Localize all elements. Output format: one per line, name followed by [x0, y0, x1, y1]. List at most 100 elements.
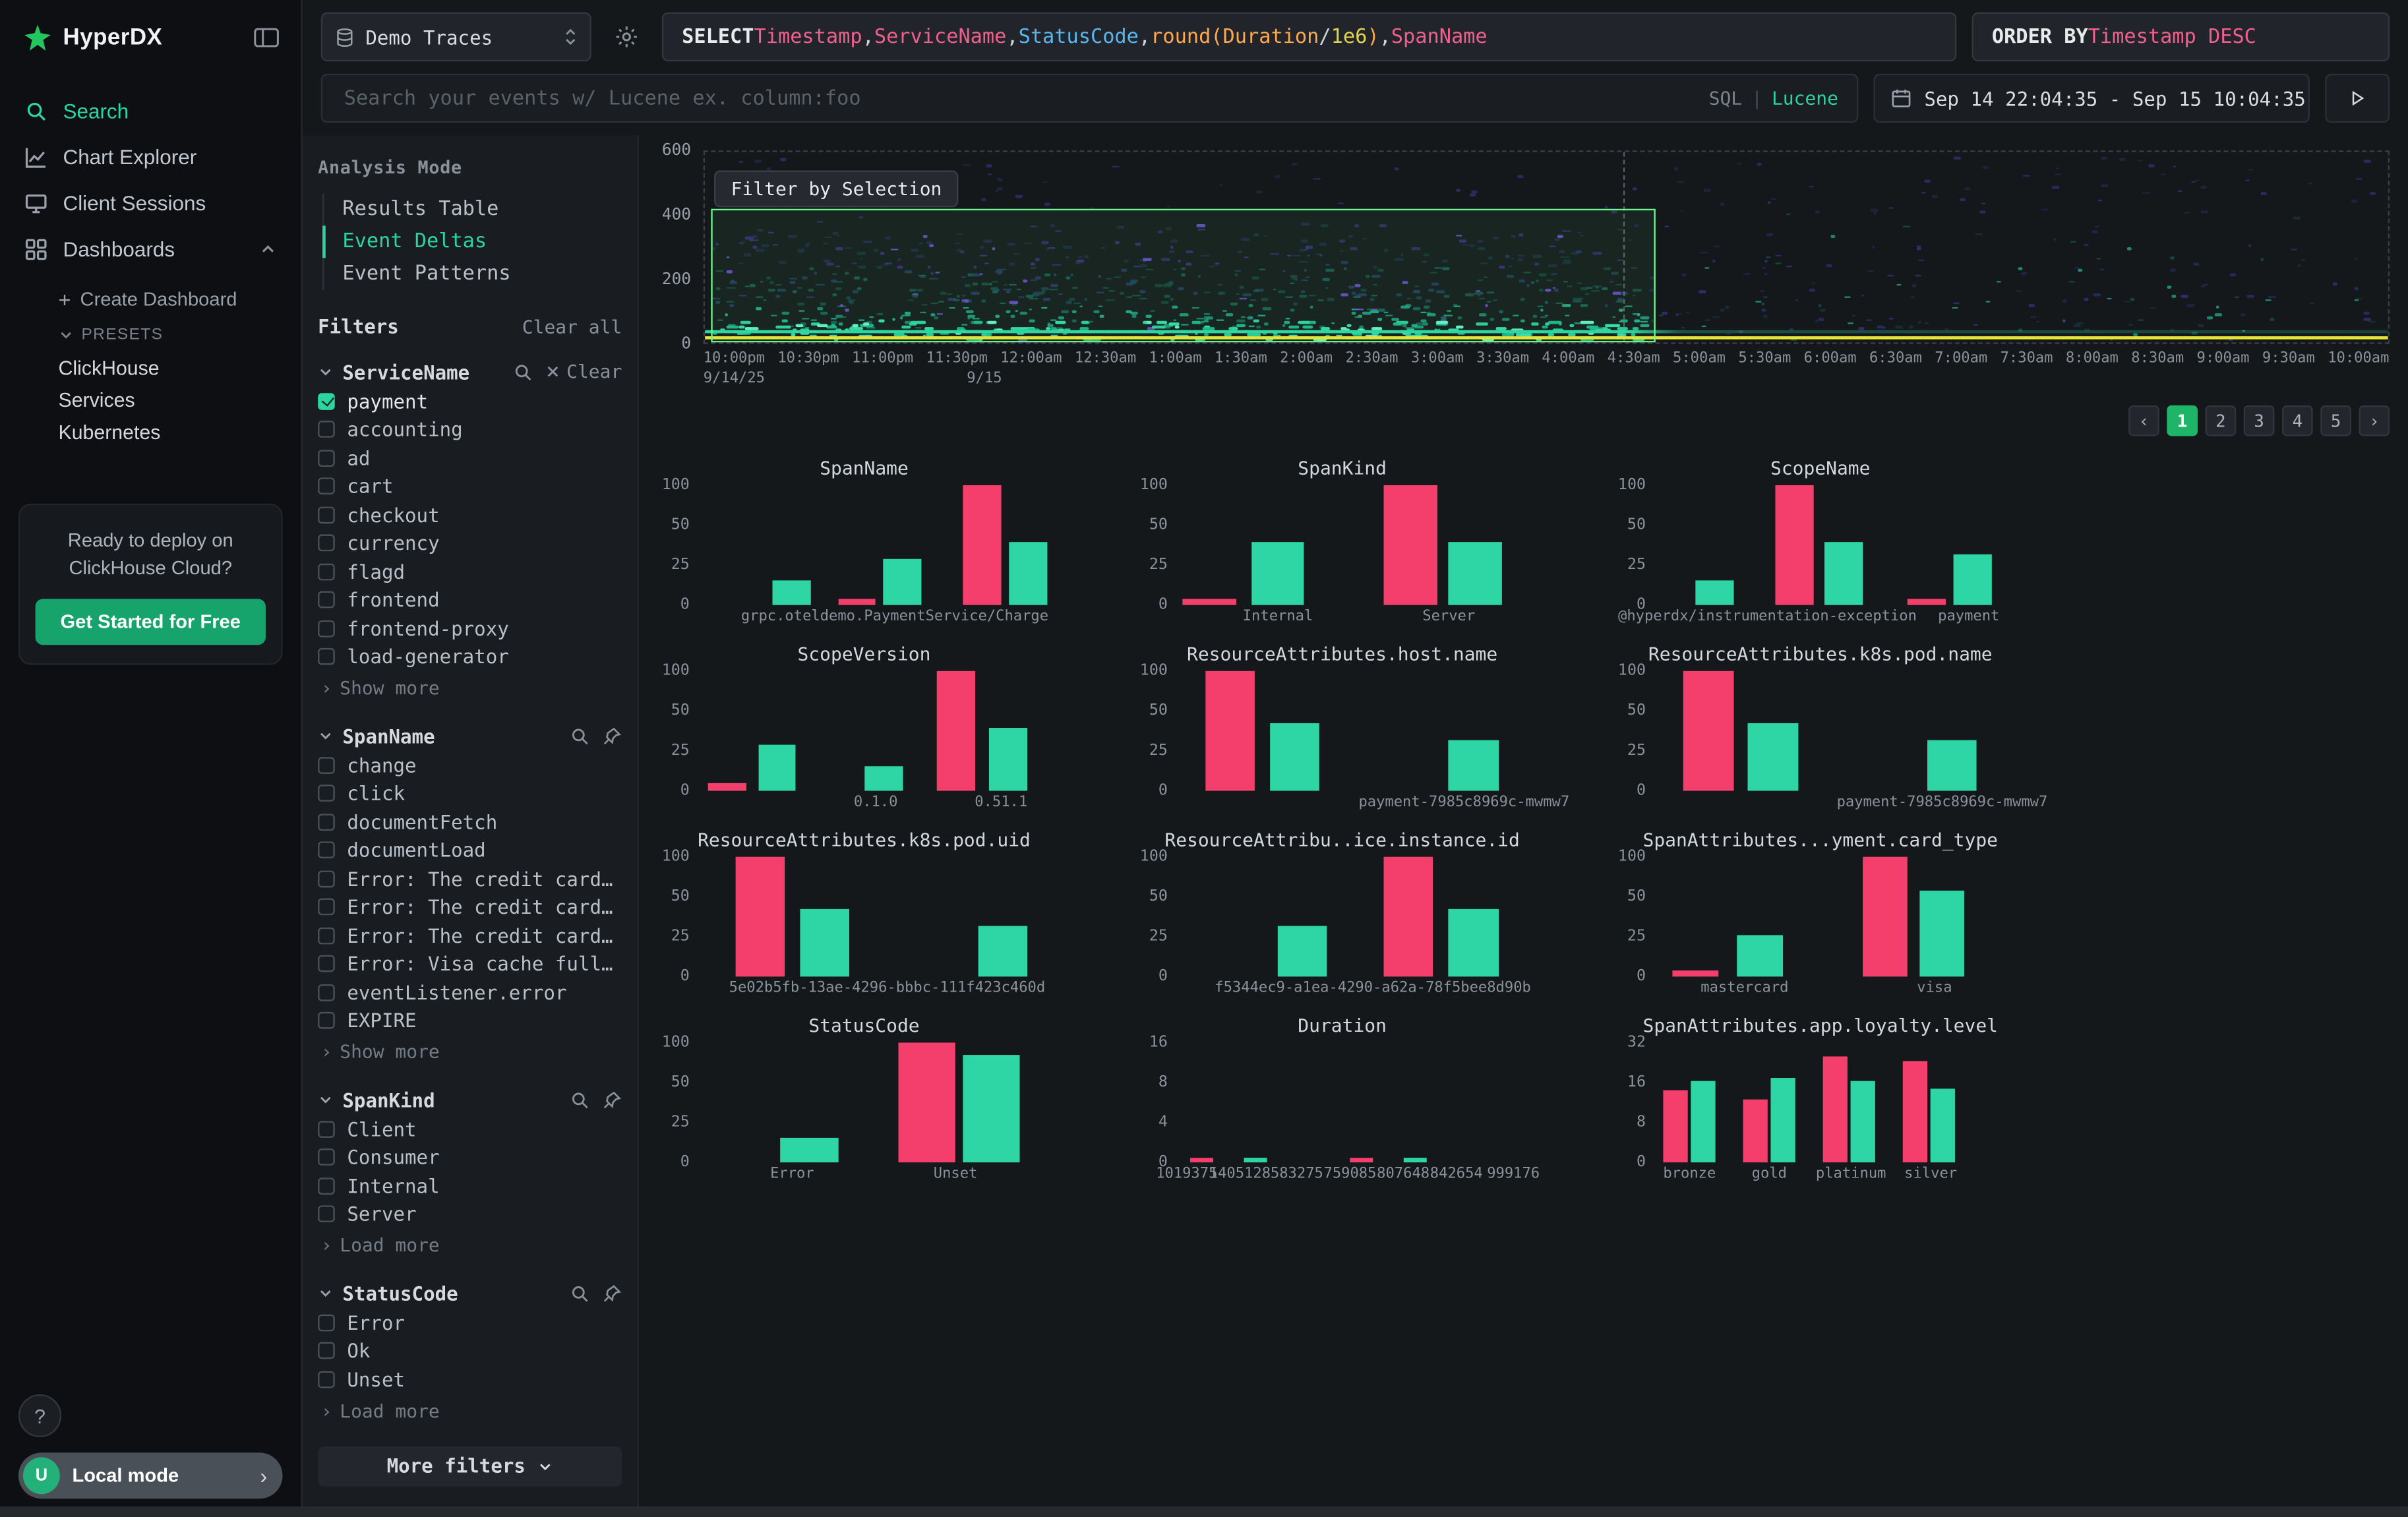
filter-by-selection-button[interactable]: Filter by Selection [714, 171, 959, 208]
mini-chart-plot[interactable] [1176, 1042, 1555, 1162]
search-icon[interactable] [570, 725, 589, 745]
mini-chart-plot[interactable] [697, 671, 1077, 791]
bar-pink[interactable] [1350, 1158, 1373, 1162]
page-button-5[interactable]: 5 [2320, 405, 2351, 436]
bar-pink[interactable] [709, 784, 747, 791]
bar-pink[interactable] [1822, 1057, 1847, 1162]
bar-pink[interactable] [963, 485, 1002, 605]
show-more-button[interactable]: ›Show more [321, 674, 622, 701]
checkbox[interactable] [318, 535, 335, 552]
bar-green[interactable] [1244, 1158, 1267, 1162]
checkbox[interactable] [318, 506, 335, 523]
filter-item-documentload[interactable]: documentLoad [318, 836, 622, 864]
checkbox[interactable] [318, 478, 335, 495]
checkbox[interactable] [318, 1342, 335, 1359]
filter-item-eventlistener-error[interactable]: eventListener.error [318, 978, 622, 1007]
bar-pink[interactable] [1384, 485, 1437, 605]
mini-chart-plot[interactable] [1176, 857, 1555, 977]
filter-group-header-spanname[interactable]: SpanName [318, 720, 622, 751]
bar-green[interactable] [884, 560, 922, 605]
pin-icon[interactable] [602, 1089, 622, 1109]
checkbox[interactable] [318, 450, 335, 467]
show-more-button[interactable]: ›Show more [321, 1038, 622, 1065]
sidebar-item-kubernetes[interactable]: Kubernetes [59, 416, 301, 448]
filter-group-header-statuscode[interactable]: StatusCode [318, 1278, 622, 1309]
bar-green[interactable] [1449, 740, 1498, 790]
load-more-button[interactable]: ›Load more [321, 1232, 622, 1259]
filter-item-documentfetch[interactable]: documentFetch [318, 808, 622, 836]
filter-item-frontend[interactable]: frontend [318, 586, 622, 614]
page-button-1[interactable]: 1 [2167, 405, 2198, 436]
mini-chart-plot[interactable] [697, 1042, 1077, 1162]
date-range-picker[interactable]: Sep 14 22:04:35 - Sep 15 10:04:35 [1874, 74, 2310, 123]
checkbox[interactable] [318, 842, 335, 859]
bar-pink[interactable] [1206, 671, 1255, 791]
checkbox[interactable] [318, 984, 335, 1001]
checkbox[interactable] [318, 785, 335, 802]
search-icon[interactable] [570, 1283, 589, 1303]
filter-item-change[interactable]: change [318, 751, 622, 779]
bar-green[interactable] [990, 729, 1028, 790]
filter-item-error-visa-cache-full[interactable]: Error: Visa cache full: … [318, 950, 622, 978]
mini-chart-plot[interactable] [1654, 1042, 2033, 1162]
filter-item-checkout[interactable]: checkout [318, 500, 622, 529]
analysis-mode-event-deltas[interactable]: Event Deltas [322, 225, 622, 258]
bar-green[interactable] [1009, 543, 1047, 605]
selection-region[interactable] [711, 209, 1656, 342]
checkbox[interactable] [318, 393, 335, 410]
bar-green[interactable] [1824, 543, 1863, 605]
pin-icon[interactable] [602, 1283, 622, 1303]
filter-item-error-the-credit-card[interactable]: Error: The credit card (… [318, 921, 622, 949]
bar-green[interactable] [781, 1139, 837, 1162]
bar-pink[interactable] [1183, 599, 1236, 605]
filter-item-payment[interactable]: payment [318, 387, 622, 415]
filter-group-header-servicename[interactable]: ServiceNameClear [318, 356, 622, 387]
page-button-3[interactable]: 3 [2244, 405, 2275, 436]
search-icon[interactable] [570, 1089, 589, 1109]
filter-item-expire[interactable]: EXPIRE [318, 1007, 622, 1035]
order-by-input[interactable]: ORDER BY Timestamp DESC [1972, 13, 2390, 62]
clear-filter-button[interactable]: Clear [545, 361, 622, 382]
page-button-2[interactable]: 2 [2206, 405, 2237, 436]
bar-green[interactable] [1449, 543, 1502, 605]
filter-item-unset[interactable]: Unset [318, 1365, 622, 1394]
filter-item-error-the-credit-card[interactable]: Error: The credit card (… [318, 864, 622, 893]
checkbox[interactable] [318, 563, 335, 580]
filter-item-flagd[interactable]: flagd [318, 557, 622, 585]
checkbox[interactable] [318, 1012, 335, 1029]
bar-green[interactable] [758, 745, 797, 790]
bar-green[interactable] [963, 1055, 1020, 1162]
bar-green[interactable] [1749, 724, 1798, 791]
checkbox[interactable] [318, 1206, 335, 1223]
bar-pink[interactable] [1908, 599, 1946, 605]
bar-green[interactable] [1931, 1088, 1955, 1162]
search-input[interactable] [341, 85, 1697, 111]
checkbox[interactable] [318, 648, 335, 665]
page-button-4[interactable]: 4 [2282, 405, 2313, 436]
checkbox[interactable] [318, 1314, 335, 1331]
filter-item-cart[interactable]: cart [318, 472, 622, 500]
mini-chart-plot[interactable] [1176, 671, 1555, 791]
sidebar-item-chart-explorer[interactable]: Chart Explorer [0, 134, 301, 180]
bar-pink[interactable] [1663, 1090, 1687, 1162]
filter-group-header-spankind[interactable]: SpanKind [318, 1084, 622, 1115]
local-mode-button[interactable]: U Local mode › [18, 1452, 283, 1499]
pin-icon[interactable] [602, 725, 622, 745]
filter-item-server[interactable]: Server [318, 1200, 622, 1228]
filter-item-currency[interactable]: currency [318, 529, 622, 557]
clear-all-button[interactable]: Clear all [522, 316, 622, 338]
bar-green[interactable] [1695, 581, 1733, 605]
checkbox[interactable] [318, 757, 335, 774]
checkbox[interactable] [318, 899, 335, 916]
bar-green[interactable] [800, 910, 849, 977]
filter-item-ok[interactable]: Ok [318, 1336, 622, 1365]
checkbox[interactable] [318, 591, 335, 609]
bar-pink[interactable] [1672, 970, 1718, 976]
filter-item-accounting[interactable]: accounting [318, 415, 622, 444]
filter-item-consumer[interactable]: Consumer [318, 1143, 622, 1172]
checkbox[interactable] [318, 1149, 335, 1166]
checkbox[interactable] [318, 955, 335, 972]
bar-pink[interactable] [936, 671, 975, 791]
bar-pink[interactable] [899, 1042, 955, 1162]
bar-green[interactable] [1737, 936, 1782, 977]
